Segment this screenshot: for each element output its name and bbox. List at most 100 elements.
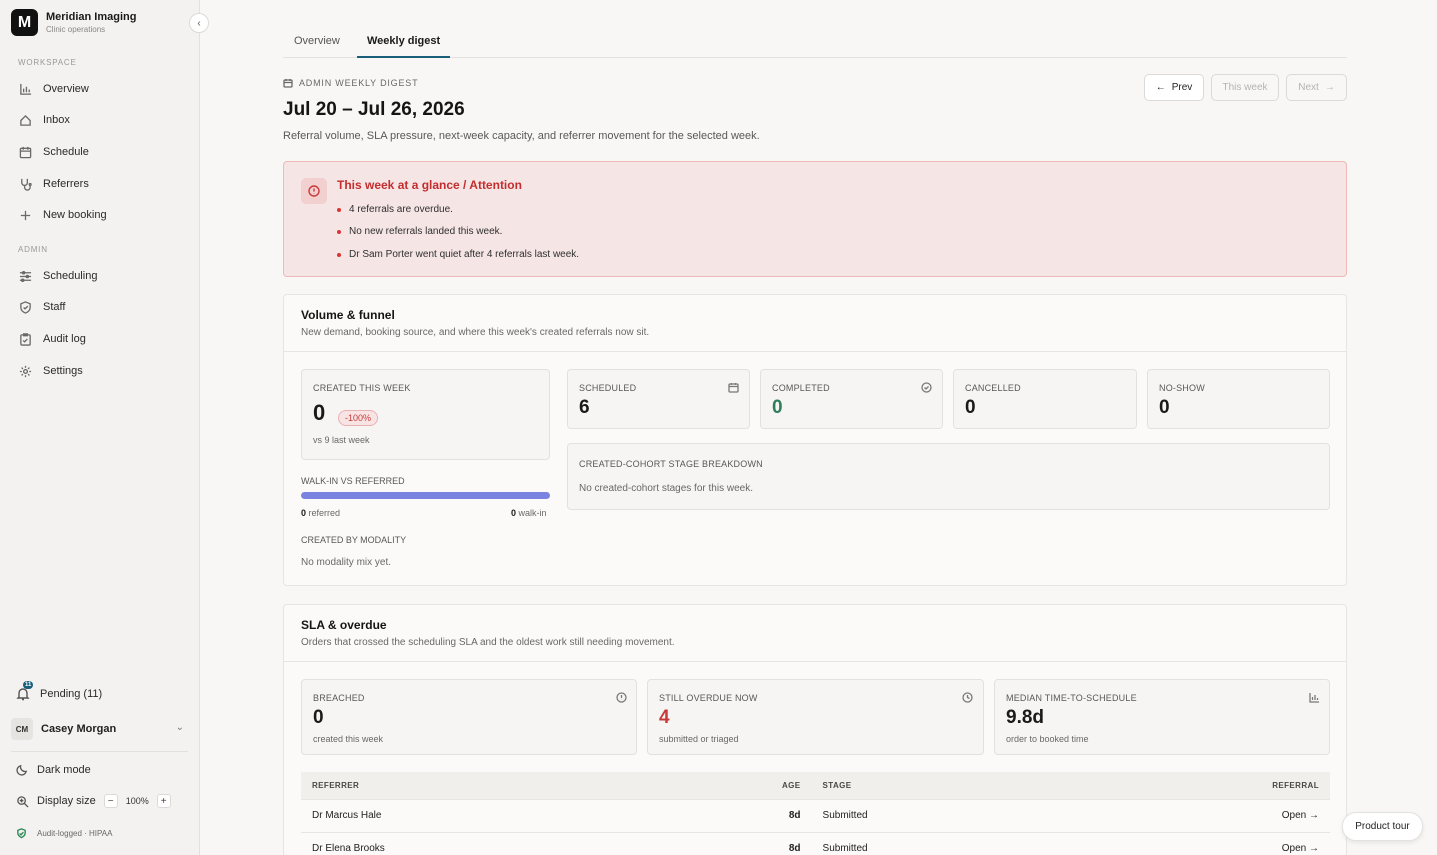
display-size-increase-button[interactable]: + (156, 794, 171, 808)
sidebar-item-label: Referrers (43, 178, 89, 190)
sidebar: M Meridian Imaging Clinic operations WOR… (0, 0, 200, 855)
sidebar-item-new-booking[interactable]: New booking (18, 206, 107, 224)
user-menu[interactable]: CM Casey Morgan ⌄ (11, 718, 188, 740)
alert-item: Dr Sam Porter went quiet after 4 referra… (337, 249, 579, 260)
pending-label: Pending (11) (40, 688, 103, 700)
card-description: New demand, booking source, and where th… (301, 327, 650, 338)
display-size-value: 100% (125, 796, 149, 806)
arrow-right-icon: → (1324, 82, 1335, 93)
referred-count: 0 referred (301, 508, 341, 518)
age-cell: 8d (771, 798, 812, 832)
tab-bar: Overview Weekly digest (283, 28, 1347, 58)
col-age: AGE (771, 772, 812, 799)
audit-status: Audit-logged · HIPAA (16, 828, 112, 839)
stat-label: CREATED THIS WEEK (313, 383, 411, 393)
avatar: CM (11, 718, 33, 740)
sidebar-item-label: Settings (43, 365, 83, 377)
sidebar-item-referrers[interactable]: Referrers (18, 175, 89, 193)
referrer-cell: Dr Marcus Hale (301, 798, 771, 832)
page-title: Jul 20 – Jul 26, 2026 (283, 99, 465, 120)
tab-overview[interactable]: Overview (294, 35, 340, 56)
open-referral-link[interactable]: Open → (1067, 798, 1330, 832)
dark-mode-label: Dark mode (37, 763, 91, 776)
stat-value: 0 (313, 400, 326, 425)
brand-subtitle: Clinic operations (46, 25, 106, 34)
alert-item: 4 referrals are overdue. (337, 204, 453, 215)
this-week-button[interactable]: This week (1211, 74, 1279, 101)
calendar-icon (728, 382, 739, 393)
alert-item: No new referrals landed this week. (337, 226, 502, 237)
chevron-down-icon: ⌄ (175, 722, 184, 733)
shield-icon (18, 300, 32, 314)
breakdown-label: CREATED-COHORT STAGE BREAKDOWN (579, 459, 763, 469)
col-referrer: REFERRER (301, 772, 771, 799)
breakdown-empty: No created-cohort stages for this week. (579, 483, 753, 494)
alert-circle-icon (301, 178, 327, 204)
stat-sub: vs 9 last week (313, 435, 370, 445)
walkin-referred-bar (301, 492, 550, 499)
table-header-row: REFERRER AGE STAGE REFERRAL (301, 772, 1330, 799)
audit-label: Audit-logged · HIPAA (37, 829, 113, 838)
breached-stat: BREACHED 0 created this week (301, 679, 637, 755)
sidebar-item-label: Staff (43, 301, 66, 313)
stage-cell: Submitted (811, 798, 1068, 832)
sidebar-item-audit-log[interactable]: Audit log (18, 330, 86, 348)
sidebar-item-staff[interactable]: Staff (18, 298, 65, 316)
calendar-icon (18, 145, 32, 159)
modality-empty: No modality mix yet. (301, 557, 392, 568)
card-title: Volume & funnel (301, 308, 395, 322)
admin-section-label: ADMIN (18, 245, 48, 254)
display-size-control: Display size − 100% + (16, 794, 171, 808)
divider (11, 751, 188, 752)
check-circle-icon (921, 382, 932, 393)
walkin-count: 0 walk-in (511, 508, 547, 518)
prev-week-button[interactable]: ← Prev (1144, 74, 1204, 101)
stage-cell: Submitted (811, 831, 1068, 855)
plus-icon (18, 208, 32, 222)
col-stage: STAGE (811, 772, 1068, 799)
col-referral: REFERRAL (1067, 772, 1330, 799)
clock-icon (962, 692, 973, 703)
tab-weekly-digest[interactable]: Weekly digest (357, 35, 451, 58)
change-badge: -100% (338, 410, 379, 426)
clipboard-icon (18, 332, 32, 346)
card-description: Orders that crossed the scheduling SLA a… (301, 637, 675, 648)
alert-circle-icon (616, 692, 627, 703)
sidebar-item-label: Inbox (43, 114, 70, 126)
sidebar-item-overview[interactable]: Overview (18, 80, 89, 98)
modality-label: CREATED BY MODALITY (301, 535, 407, 545)
open-referral-link[interactable]: Open → (1067, 831, 1330, 855)
dark-mode-toggle[interactable]: Dark mode (16, 763, 91, 776)
sidebar-item-inbox[interactable]: Inbox (18, 111, 70, 129)
table-row: Dr Marcus Hale 8d Submitted Open → (301, 798, 1330, 832)
brand[interactable]: M Meridian Imaging Clinic operations (11, 9, 136, 36)
display-size-decrease-button[interactable]: − (103, 794, 118, 808)
eyebrow-label: ADMIN WEEKLY DIGEST (299, 78, 419, 88)
chevron-left-icon: ‹ (197, 17, 201, 29)
prev-label: Prev (1171, 82, 1193, 93)
age-cell: 8d (771, 831, 812, 855)
stage-breakdown-panel: CREATED-COHORT STAGE BREAKDOWN No create… (567, 443, 1330, 510)
volume-funnel-card: Volume & funnel New demand, booking sour… (283, 294, 1347, 586)
collapse-sidebar-button[interactable]: ‹ (189, 13, 209, 33)
bar-chart-icon (18, 82, 32, 96)
alert-title: This week at a glance / Attention (337, 178, 522, 192)
sidebar-item-label: Overview (43, 83, 89, 95)
sidebar-item-settings[interactable]: Settings (18, 362, 83, 380)
pending-button[interactable]: 11 Pending (11) (16, 681, 103, 701)
sidebar-item-scheduling[interactable]: Scheduling (18, 267, 97, 285)
overdue-table: REFERRER AGE STAGE REFERRAL Dr Marcus Ha… (301, 772, 1330, 855)
next-week-button[interactable]: Next → (1286, 74, 1347, 101)
bell-icon: 11 (16, 681, 34, 701)
gear-icon (18, 364, 32, 378)
median-time-stat: MEDIAN TIME-TO-SCHEDULE 9.8d order to bo… (994, 679, 1330, 755)
calendar-icon (283, 79, 293, 88)
sidebar-item-schedule[interactable]: Schedule (18, 143, 89, 161)
brand-logo: M (11, 9, 38, 36)
user-name: Casey Morgan (41, 723, 117, 735)
attention-alert: This week at a glance / Attention 4 refe… (283, 161, 1347, 277)
sla-overdue-card: SLA & overdue Orders that crossed the sc… (283, 604, 1347, 855)
stethoscope-icon (18, 177, 32, 191)
product-tour-button[interactable]: Product tour (1342, 812, 1423, 841)
referrer-cell: Dr Elena Brooks (301, 831, 771, 855)
